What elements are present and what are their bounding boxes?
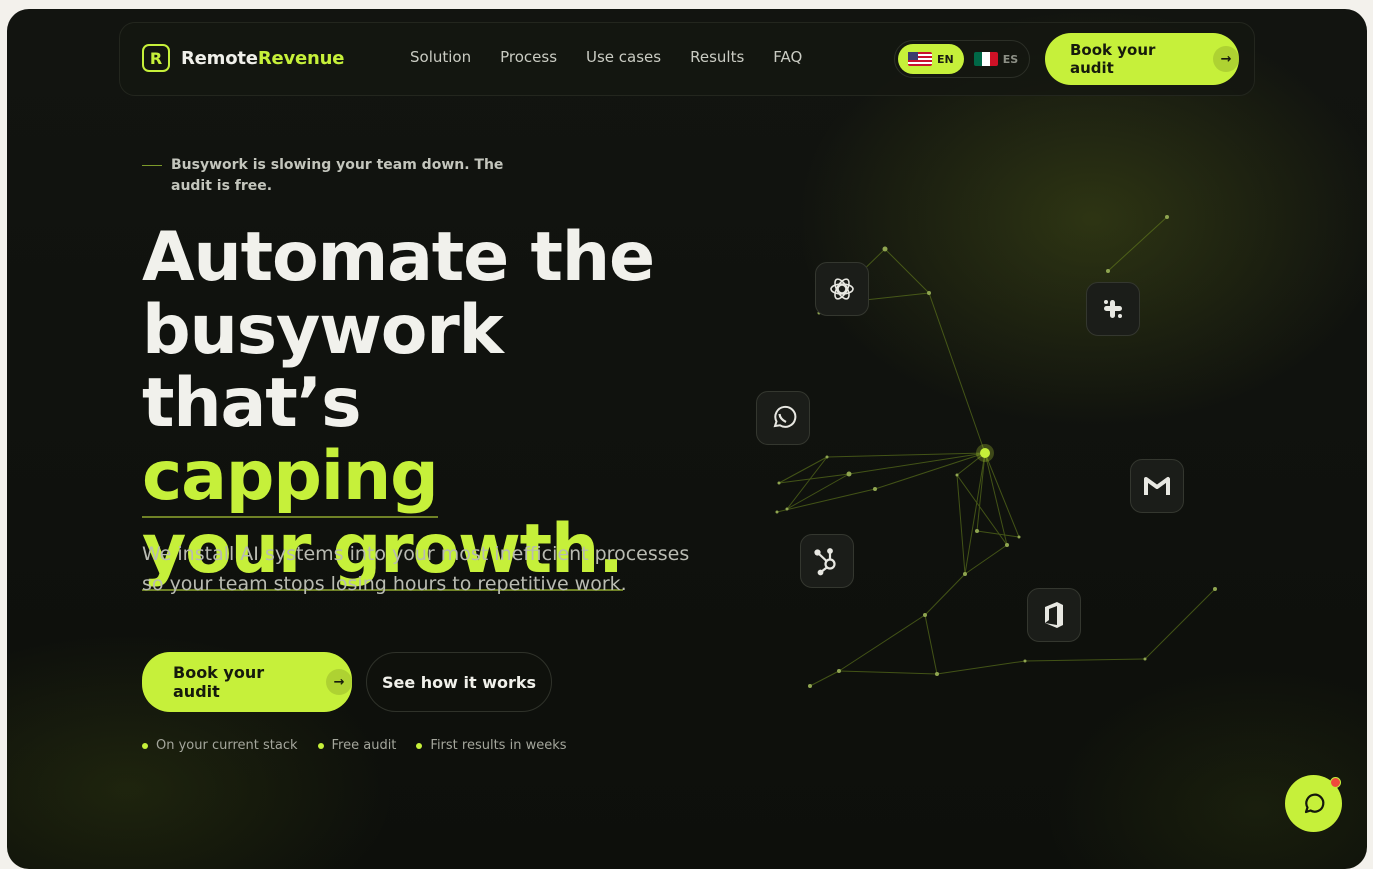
hero-bullets: On your current stack Free audit First r… <box>142 738 587 753</box>
hero-cta-label: Book your audit <box>173 663 265 701</box>
nav-link-use-cases[interactable]: Use cases <box>586 48 661 66</box>
brand-logo[interactable]: R RemoteRevenue <box>142 44 344 72</box>
headline-line-3: that’s <box>142 364 362 443</box>
nav-link-solution[interactable]: Solution <box>410 48 471 66</box>
brand-name-part1: Remote <box>181 47 258 69</box>
bullet-item: First results in weeks <box>416 738 567 753</box>
bullet-text: On your current stack <box>156 738 298 753</box>
whatsapp-icon <box>756 391 810 445</box>
lang-code-en: EN <box>937 52 954 66</box>
hero-eyebrow: Busywork is slowing your team down. The … <box>142 155 542 197</box>
bullet-item: On your current stack <box>142 738 298 753</box>
bullet-dot-icon <box>317 742 324 749</box>
hero-subtext: We install AI systems into your most ine… <box>142 543 690 595</box>
bullet-dot-icon <box>416 742 423 749</box>
brand-name-part2: Revenue <box>257 47 345 69</box>
headline-line-2: busywork <box>142 291 504 370</box>
us-flag-icon <box>908 52 932 66</box>
nav-link-faq[interactable]: FAQ <box>773 48 802 66</box>
headline-highlight-1: capping <box>142 437 439 518</box>
mx-flag-icon <box>973 52 998 66</box>
lang-code-es: ES <box>1002 52 1019 66</box>
bullet-dot-icon <box>142 742 148 749</box>
nav-link-results[interactable]: Results <box>690 48 744 66</box>
bullet-text: Free audit <box>331 738 397 753</box>
language-switcher: EN ES <box>894 40 1030 78</box>
eyebrow-text: Busywork is slowing your team down. The … <box>171 157 504 194</box>
lang-option-es[interactable]: ES <box>964 44 1028 74</box>
nav-link-process[interactable]: Process <box>500 48 557 66</box>
hero-headline: Automate the busywork that’s capping you… <box>142 218 662 591</box>
bullet-item: Free audit <box>317 738 397 753</box>
logo-mark: R <box>142 44 170 72</box>
top-navbar: R RemoteRevenue Solution Process Use cas… <box>119 22 1255 96</box>
office-icon <box>1027 588 1081 642</box>
gmail-icon <box>1130 459 1184 513</box>
slack-icon <box>1086 282 1140 336</box>
eyebrow-divider <box>142 165 162 166</box>
see-how-it-works-button[interactable]: See how it works <box>366 652 552 712</box>
nav-book-audit-button[interactable]: Book your audit → <box>1045 33 1239 85</box>
lang-option-en[interactable]: EN <box>898 44 964 74</box>
arrow-right-icon: → <box>326 669 352 695</box>
chat-launcher-button[interactable] <box>1285 775 1342 832</box>
hero-book-audit-button[interactable]: Book your audit → <box>142 652 352 712</box>
notification-badge <box>1330 777 1341 788</box>
openai-icon <box>815 262 869 316</box>
bullet-text: First results in weeks <box>430 738 567 753</box>
hubspot-icon <box>800 534 854 588</box>
headline-line-1: Automate the <box>142 218 655 297</box>
brand-name: RemoteRevenue <box>181 48 344 69</box>
nav-cta-label: Book your audit <box>1070 41 1156 77</box>
arrow-right-icon: → <box>1213 46 1239 72</box>
page-frame: R RemoteRevenue Solution Process Use cas… <box>7 9 1367 869</box>
chat-bubble-icon <box>1304 793 1324 813</box>
nav-links: Solution Process Use cases Results FAQ <box>410 48 831 66</box>
